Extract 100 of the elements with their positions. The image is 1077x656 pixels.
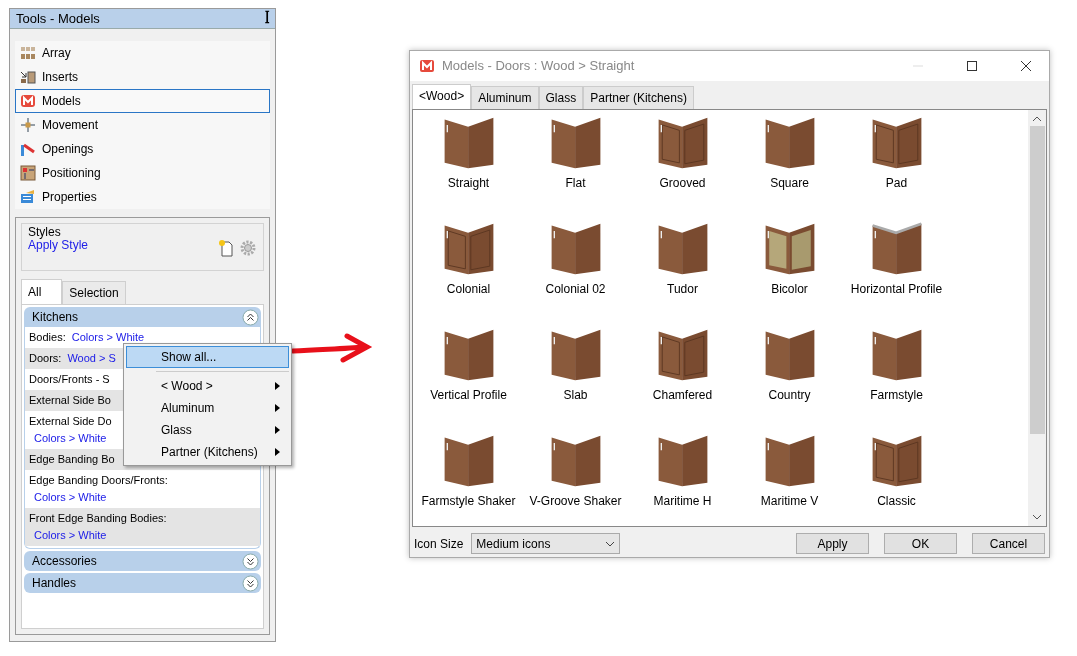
arrow-icon <box>291 333 373 363</box>
model-item[interactable]: Flat <box>522 114 629 192</box>
model-item[interactable]: Horizontal Profile <box>843 220 950 298</box>
tool-item[interactable]: Movement <box>15 113 270 137</box>
model-label: Straight <box>447 175 490 192</box>
model-item[interactable]: Colonial <box>415 220 522 298</box>
model-label: Colonial <box>446 281 491 298</box>
submenu-arrow-icon <box>275 448 280 456</box>
model-item[interactable]: Country <box>736 326 843 404</box>
model-item[interactable]: Chamfered <box>629 326 736 404</box>
property-label: Front Edge Banding Bodies: <box>29 512 167 524</box>
collapse-icon[interactable] <box>242 308 259 326</box>
dialog-button[interactable]: Apply <box>796 533 869 554</box>
property-value-link[interactable]: Colors > White <box>29 527 256 544</box>
property-label: Edge Banding Doors/Fronts: <box>29 474 168 486</box>
pin-icon[interactable]: ꟾ <box>265 8 269 29</box>
menu-item[interactable]: Glass <box>126 419 289 441</box>
property-label: External Side Do <box>29 415 112 427</box>
model-label: Vertical Profile <box>430 387 507 404</box>
model-item[interactable]: Slab <box>522 326 629 404</box>
model-item[interactable]: Classic <box>843 432 950 510</box>
settings-icon[interactable] <box>239 239 257 257</box>
submenu-arrow-icon <box>275 382 280 390</box>
scrollbar-thumb[interactable] <box>1029 126 1045 434</box>
model-item[interactable]: Bicolor <box>736 220 843 298</box>
model-label: Farmstyle Shaker <box>421 493 516 510</box>
property-label: Bodies: <box>29 331 66 343</box>
property-label: Doors/Fronts - S <box>29 373 110 385</box>
model-item[interactable]: Colonial 02 <box>522 220 629 298</box>
submenu-arrow-icon <box>275 404 280 412</box>
menu-item[interactable]: < Wood > <box>126 375 289 397</box>
menu-item[interactable]: Partner (Kitchens) <box>126 441 289 463</box>
model-label: Slab <box>563 387 588 404</box>
menu-item[interactable]: Show all... <box>126 346 289 368</box>
new-document-icon[interactable] <box>217 239 235 257</box>
dropdown-caret-icon <box>605 540 616 547</box>
property-value-link[interactable]: Colors > White <box>71 331 145 343</box>
model-item[interactable]: Maritime H <box>629 432 736 510</box>
icon-size-dropdown[interactable]: Medium icons <box>471 533 621 554</box>
tab[interactable]: Selection <box>62 281 126 304</box>
insert-icon <box>20 69 36 85</box>
tool-item[interactable]: Properties <box>15 185 270 209</box>
section-title: Kitchens <box>32 309 79 326</box>
property-value-link[interactable]: Colors > White <box>29 489 256 506</box>
model-item[interactable]: Grooved <box>629 114 736 192</box>
menu-item[interactable]: Aluminum <box>126 397 289 419</box>
model-label: Classic <box>877 493 916 510</box>
scroll-down-icon[interactable] <box>1032 512 1042 522</box>
property-label: Doors: <box>29 352 62 364</box>
property-label: External Side Bo <box>29 394 111 406</box>
model-label: Country <box>768 387 811 404</box>
dialog-button[interactable]: OK <box>884 533 957 554</box>
expand-icon[interactable] <box>242 552 259 570</box>
section-header[interactable]: Accessories <box>24 551 261 571</box>
tab[interactable]: Partner (Kitchens) <box>583 86 694 109</box>
model-item[interactable]: Straight <box>415 114 522 192</box>
tool-item[interactable]: Openings <box>15 137 270 161</box>
model-label: Pad <box>885 175 908 192</box>
tool-item[interactable]: Inserts <box>15 65 270 89</box>
tool-item[interactable]: Array <box>15 41 270 65</box>
ruler-icon <box>20 141 36 157</box>
tab[interactable]: <Wood> <box>412 84 472 109</box>
expand-icon[interactable] <box>242 574 259 592</box>
positioning-icon <box>20 165 36 181</box>
icon-size-label: Icon Size <box>414 535 464 553</box>
close-icon <box>1021 61 1031 71</box>
model-label: Maritime H <box>653 493 712 510</box>
tool-item[interactable]: Models <box>15 89 270 113</box>
dialog-button[interactable]: Cancel <box>972 533 1045 554</box>
model-item[interactable]: Maritime V <box>736 432 843 510</box>
model-item[interactable]: V-Groove Shaker <box>522 432 629 510</box>
apply-style-link[interactable]: Apply Style <box>28 238 255 252</box>
tab[interactable]: All <box>21 279 63 304</box>
section-header[interactable]: Kitchens <box>24 307 261 327</box>
submenu-arrow-icon <box>275 426 280 434</box>
tab[interactable]: Glass <box>538 86 584 109</box>
app-logo-icon <box>420 60 434 72</box>
model-item[interactable]: Farmstyle Shaker <box>415 432 522 510</box>
tab[interactable]: Aluminum <box>471 86 539 109</box>
scroll-up-icon[interactable] <box>1032 114 1042 124</box>
model-label: Bicolor <box>771 281 808 298</box>
grid-icon <box>20 45 36 61</box>
model-label: Horizontal Profile <box>850 281 943 298</box>
property-value-link[interactable]: Wood > S <box>67 352 116 364</box>
model-item[interactable]: Square <box>736 114 843 192</box>
model-label: Tudor <box>667 281 698 298</box>
model-item[interactable]: Farmstyle <box>843 326 950 404</box>
group-legend: Styles <box>28 226 255 238</box>
model-item[interactable]: Vertical Profile <box>415 326 522 404</box>
model-item[interactable]: Tudor <box>629 220 736 298</box>
section-title: Handles <box>32 575 77 592</box>
tool-item[interactable]: Positioning <box>15 161 270 185</box>
model-label: Flat <box>565 175 586 192</box>
model-item[interactable]: Pad <box>843 114 950 192</box>
section-title: Accessories <box>32 553 97 570</box>
model-label: Grooved <box>659 175 706 192</box>
model-label: V-Groove Shaker <box>529 493 622 510</box>
section-header[interactable]: Handles <box>24 573 261 593</box>
panel-title: Tools - Models <box>16 9 100 28</box>
move-arrows-icon <box>20 117 36 133</box>
